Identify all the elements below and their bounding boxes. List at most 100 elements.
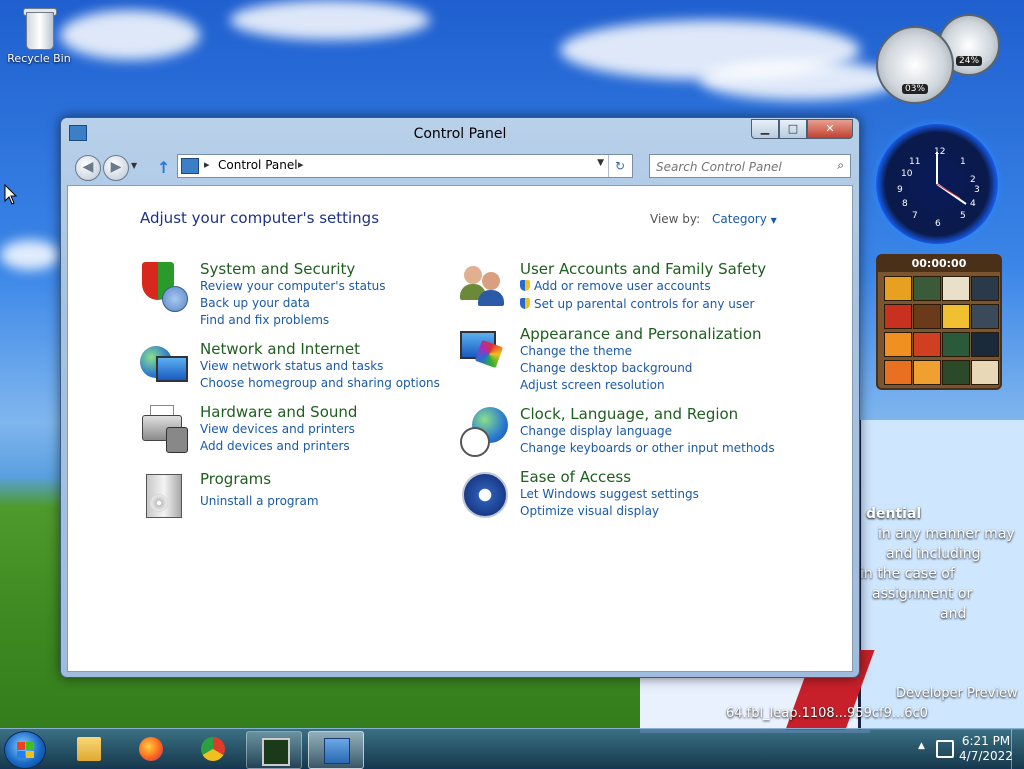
category-system-and-security: System and Security Review your computer… [140, 260, 460, 330]
puzzle-tile[interactable] [913, 304, 941, 329]
search-icon[interactable]: ⌕ [837, 158, 844, 173]
window-title: Control Panel [413, 126, 507, 142]
taskbar-chrome[interactable] [186, 731, 240, 767]
category-network-and-internet: Network and Internet View network status… [140, 340, 460, 390]
category-link[interactable]: Adjust screen resolution [520, 378, 665, 392]
category-link[interactable]: Change desktop background [520, 361, 692, 375]
folder-icon [77, 737, 101, 761]
puzzle-tile[interactable] [971, 332, 999, 357]
puzzle-tile[interactable] [913, 360, 941, 385]
svg-text:1: 1 [960, 157, 966, 167]
maximize-button[interactable]: □ [779, 119, 807, 139]
category-title[interactable]: Programs [200, 470, 271, 488]
category-title[interactable]: System and Security [200, 260, 355, 278]
memory-gauge-value: 24% [955, 56, 983, 66]
category-title[interactable]: Ease of Access [520, 468, 631, 486]
category-programs: Programs Uninstall a program [140, 470, 460, 518]
category-link[interactable]: Set up parental controls for any user [520, 297, 754, 311]
category-link[interactable]: Review your computer's status [200, 279, 386, 293]
puzzle-tile[interactable] [884, 276, 912, 301]
search-input[interactable] [654, 157, 828, 177]
recycle-bin[interactable]: Recycle Bin [6, 6, 72, 65]
breadcrumb-control-panel[interactable]: Control Panel [218, 158, 298, 172]
clock-gadget[interactable]: 12 1 2 3 45 6 78 9 10 11 [876, 124, 998, 244]
network-icon[interactable] [936, 740, 954, 758]
category-link[interactable]: Uninstall a program [200, 494, 319, 508]
view-by-dropdown[interactable]: Category [712, 212, 767, 226]
taskbar-explorer[interactable] [62, 731, 116, 767]
puzzle-tile[interactable] [913, 276, 941, 301]
chevron-down-icon[interactable]: ▼ [771, 216, 777, 225]
windows-logo-icon [17, 742, 34, 758]
uac-shield-icon [520, 298, 530, 309]
forward-button[interactable]: ▶ [103, 155, 129, 181]
category-link[interactable]: Back up your data [200, 296, 310, 310]
appearance-icon [460, 327, 506, 373]
puzzle-tile[interactable] [942, 360, 970, 385]
puzzle-tile[interactable] [971, 276, 999, 301]
svg-text:5: 5 [960, 211, 966, 221]
taskbar: ▲ 6:21 PM 4/7/2022 [0, 728, 1024, 769]
puzzle-tile[interactable] [942, 332, 970, 357]
minimize-button[interactable]: ▁ [751, 119, 779, 139]
svg-text:12: 12 [934, 147, 945, 157]
category-link[interactable]: Change the theme [520, 344, 632, 358]
taskbar-firefox[interactable] [124, 731, 178, 767]
back-button[interactable]: ◀ [75, 155, 101, 181]
category-link-label: Set up parental controls for any user [534, 297, 755, 311]
control-panel-icon [181, 158, 199, 174]
svg-text:9: 9 [897, 185, 903, 195]
cpu-gauge-gadget[interactable]: 03% [876, 26, 954, 104]
category-link[interactable]: Choose homegroup and sharing options [200, 376, 440, 390]
firefox-icon [139, 737, 163, 761]
category-link[interactable]: Let Windows suggest settings [520, 487, 699, 501]
category-link[interactable]: Change keyboards or other input methods [520, 441, 775, 455]
category-title[interactable]: Appearance and Personalization [520, 325, 762, 343]
chrome-icon [201, 737, 225, 761]
puzzle-tile[interactable] [971, 304, 999, 329]
clock[interactable]: 6:21 PM 4/7/2022 [958, 734, 1014, 764]
category-link[interactable]: Find and fix problems [200, 313, 329, 327]
puzzle-tile[interactable] [884, 304, 912, 329]
taskbar-performance-monitor[interactable] [246, 731, 302, 769]
show-hidden-icons-button[interactable]: ▲ [918, 741, 925, 751]
desktop-watermark-text: assignment or [872, 586, 973, 602]
show-desktop-button[interactable] [1011, 729, 1024, 769]
picture-puzzle-gadget[interactable]: 00:00:00 [876, 254, 1002, 390]
category-appearance-and-personalization: Appearance and Personalization Change th… [460, 325, 840, 395]
category-title[interactable]: Clock, Language, and Region [520, 405, 738, 423]
category-link[interactable]: Change display language [520, 424, 672, 438]
address-bar[interactable]: ▸ Control Panel ▸ ▼ ↻ [177, 154, 633, 178]
chevron-right-icon[interactable]: ▸ [298, 158, 304, 171]
category-link[interactable]: Add devices and printers [200, 439, 350, 453]
puzzle-tile[interactable] [942, 276, 970, 301]
category-link[interactable]: Add or remove user accounts [520, 279, 711, 293]
puzzle-tile[interactable] [884, 360, 912, 385]
address-dropdown-icon[interactable]: ▼ [597, 158, 604, 168]
recycle-bin-icon [22, 6, 57, 50]
category-link[interactable]: View devices and printers [200, 422, 355, 436]
cloud [700, 60, 900, 100]
category-link[interactable]: Optimize visual display [520, 504, 659, 518]
taskbar-control-panel[interactable] [308, 731, 364, 769]
category-title[interactable]: Hardware and Sound [200, 403, 357, 421]
category-title[interactable]: User Accounts and Family Safety [520, 260, 766, 278]
category-title[interactable]: Network and Internet [200, 340, 360, 358]
puzzle-tile[interactable] [884, 332, 912, 357]
puzzle-tile[interactable] [971, 360, 999, 385]
ease-of-access-icon [460, 470, 508, 518]
start-button[interactable] [4, 731, 46, 769]
close-button[interactable]: ✕ [807, 119, 853, 139]
up-level-button[interactable]: ↑ [157, 158, 170, 177]
puzzle-tile[interactable] [942, 304, 970, 329]
printer-icon [140, 405, 188, 453]
puzzle-tile[interactable] [913, 332, 941, 357]
category-link[interactable]: View network status and tasks [200, 359, 383, 373]
refresh-button[interactable]: ↻ [608, 155, 631, 177]
desktop-watermark-text: and including [886, 546, 981, 562]
svg-text:3: 3 [974, 185, 980, 195]
title-bar[interactable]: Control Panel ▁ □ ✕ [61, 118, 859, 148]
recent-pages-dropdown-icon[interactable]: ▼ [131, 161, 137, 170]
clock-date: 4/7/2022 [959, 749, 1013, 763]
chevron-right-icon[interactable]: ▸ [204, 158, 210, 171]
